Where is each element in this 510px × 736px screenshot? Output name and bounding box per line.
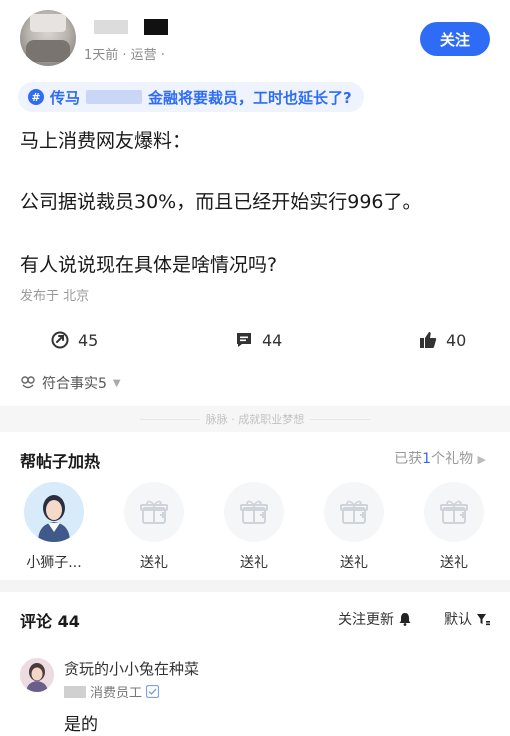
post-line-3: 有人说说现在具体是啥情况吗?	[20, 254, 278, 276]
thumbs-up-icon	[418, 330, 438, 350]
company-redacted	[64, 685, 86, 698]
topic-suffix: 金融将要裁员，工时也延长了?	[148, 88, 352, 107]
section-divider	[0, 580, 510, 592]
gift-count-pre: 已获	[394, 451, 423, 467]
topic-prefix: 传马	[50, 88, 81, 107]
topic-tag[interactable]: # 传马 金融将要裁员，工时也延长了?	[18, 82, 364, 112]
gift-slot-empty[interactable]	[124, 482, 184, 542]
gift-slot-empty[interactable]	[424, 482, 484, 542]
comment-button[interactable]: 44	[234, 330, 282, 350]
gift-section-title: 帮帖子加热	[20, 452, 101, 471]
post-meta: 1天前 · 运营 ·	[84, 48, 165, 63]
commenter-company-text: 消费员工	[90, 686, 143, 701]
gift-slot-empty[interactable]	[224, 482, 284, 542]
fact-icon	[20, 375, 36, 391]
gift-icon	[240, 500, 268, 524]
follow-button[interactable]: 关注	[420, 22, 490, 56]
share-button[interactable]: 45	[50, 330, 98, 350]
post-line-1: 马上消费网友爆料：	[20, 130, 192, 152]
like-count: 40	[446, 330, 467, 350]
sort-label: 默认	[444, 612, 472, 628]
comment-text: 是的	[64, 715, 98, 735]
gift-count[interactable]: 已获1个礼物 ▶	[394, 448, 486, 468]
divider-band: 脉脉 · 成就职业梦想	[0, 406, 510, 432]
post-line-2: 公司据说裁员30%，而且已经开始实行996了。	[20, 191, 422, 213]
author-avatar[interactable]	[20, 10, 76, 66]
send-gift-label[interactable]: 送礼	[314, 552, 394, 572]
author-name-redacted	[94, 20, 128, 34]
bell-icon	[398, 612, 412, 626]
comment-count: 44	[262, 330, 283, 350]
share-count: 45	[78, 330, 99, 350]
commenter-avatar[interactable]	[20, 658, 54, 692]
send-gift-label[interactable]: 送礼	[214, 552, 294, 572]
gift-slot-empty[interactable]	[324, 482, 384, 542]
gift-count-num: 1	[422, 451, 432, 467]
gift-sender-name: 小狮子...	[26, 555, 82, 571]
gift-icon	[340, 500, 368, 524]
chevron-right-icon: ▶	[477, 453, 486, 466]
sort-dropdown[interactable]: 默认	[444, 609, 490, 629]
share-icon	[50, 330, 70, 350]
verified-icon	[146, 685, 160, 698]
divider-text: 脉脉 · 成就职业梦想	[205, 413, 305, 426]
filter-icon	[476, 612, 490, 626]
gift-count-post: 个礼物	[431, 451, 474, 467]
comments-title: 评论 44	[20, 612, 80, 631]
fact-check-tag[interactable]: 符合事实5 ▼	[20, 373, 121, 393]
follow-updates-toggle[interactable]: 关注更新	[338, 609, 412, 629]
author-name-redacted-block	[144, 19, 168, 35]
comment-icon	[234, 330, 254, 350]
topic-redacted	[86, 90, 143, 104]
post-location: 发布于 北京	[20, 289, 90, 304]
hashtag-icon: #	[28, 89, 44, 105]
fact-label: 符合事实5	[42, 376, 107, 392]
caret-down-icon: ▼	[112, 377, 121, 389]
gift-icon	[440, 500, 468, 524]
follow-updates-label: 关注更新	[338, 612, 394, 628]
like-button[interactable]: 40	[418, 330, 466, 350]
commenter-name[interactable]: 贪玩的小小兔在种菜	[64, 658, 199, 679]
send-gift-label[interactable]: 送礼	[414, 552, 494, 572]
commenter-company: 消费员工	[64, 682, 160, 701]
gift-sender-avatar[interactable]	[24, 482, 84, 542]
gift-icon	[140, 500, 168, 524]
send-gift-label[interactable]: 送礼	[114, 552, 194, 572]
